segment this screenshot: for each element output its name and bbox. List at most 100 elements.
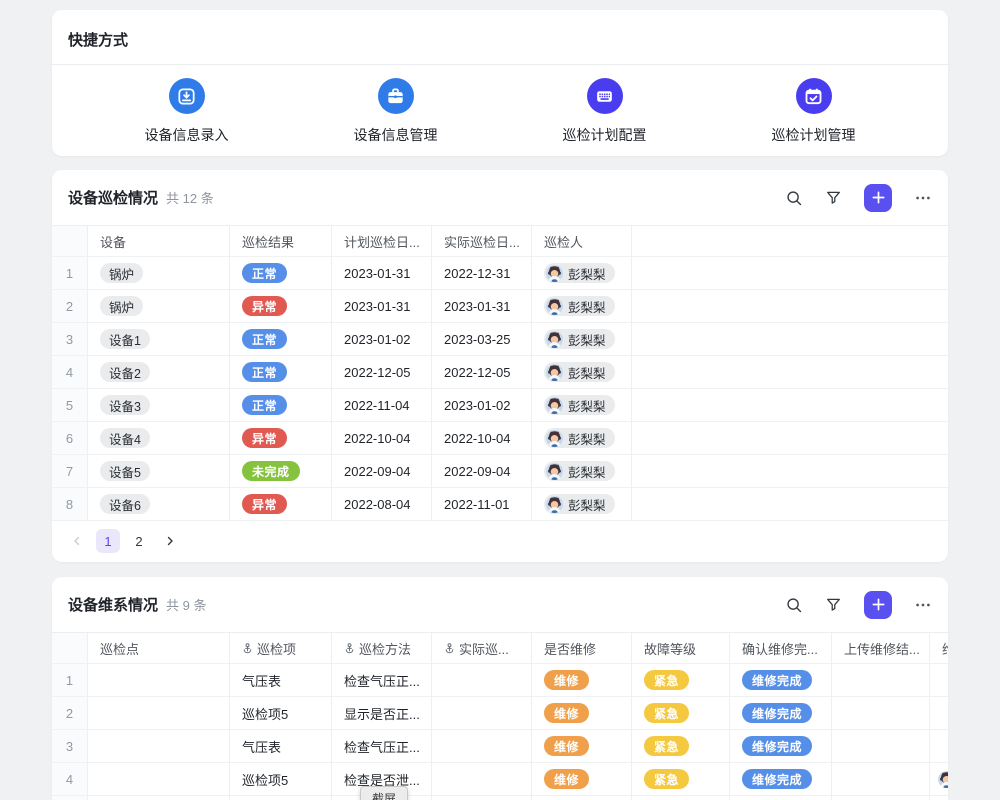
level-pill: 紧急 <box>644 769 689 789</box>
col-header[interactable]: 巡检结果 <box>230 226 332 256</box>
keyboard-icon <box>587 78 623 114</box>
person-tag: 彭梨梨 <box>544 296 615 316</box>
row-number: 4 <box>52 356 88 388</box>
dashboard-page: 快捷方式 设备信息录入设备信息管理 巡检计划配置巡检计划管理 设备巡检情况 共 1… <box>52 10 948 800</box>
table-row[interactable]: 2巡检项5显示是否正...维修紧急维修完成 <box>52 697 948 730</box>
cell-fault-level: 重要 <box>632 796 730 800</box>
person-name: 彭梨梨 <box>568 264 606 283</box>
maintenance-table: 巡检点巡检项巡检方法实际巡...是否维修故障等级确认维修完...上传维修结...… <box>52 632 948 800</box>
row-number: 1 <box>52 257 88 289</box>
person-name: 彭梨梨 <box>568 396 606 415</box>
col-header[interactable]: 确认维修完... <box>730 633 832 663</box>
person-name: 彭梨梨 <box>568 429 606 448</box>
search-icon[interactable] <box>785 189 803 207</box>
row-number: 3 <box>52 323 88 355</box>
cell-planned-date: 2022-11-04 <box>332 389 432 421</box>
page-button-2[interactable]: 2 <box>127 529 151 553</box>
page-button-1[interactable]: 1 <box>96 529 120 553</box>
result-pill: 正常 <box>242 329 287 349</box>
cell-inspect-method: 检查气压正... <box>332 730 432 762</box>
cell-inspect-item: 巡检项5 <box>230 697 332 729</box>
cell-planned-date: 2022-09-04 <box>332 455 432 487</box>
lookup-icon <box>242 643 253 654</box>
col-header[interactable]: 是否维修 <box>532 633 632 663</box>
row-number-header <box>52 633 88 663</box>
cell-inspect-point <box>88 730 230 762</box>
table-row[interactable]: 1锅炉正常2023-01-312022-12-31彭梨梨 <box>52 257 948 290</box>
cell-actual-result <box>432 664 532 696</box>
cell-result: 正常 <box>230 323 332 355</box>
cell-result: 异常 <box>230 422 332 454</box>
cell-filler <box>632 290 948 322</box>
shortcut-item-1[interactable]: 设备信息录入 <box>107 78 267 145</box>
avatar <box>546 331 563 348</box>
cell-confirm: 维修完成 <box>730 664 832 696</box>
inspection-title-bar: 设备巡检情况 共 12 条 <box>52 170 948 225</box>
cell-inspect-point <box>88 796 230 800</box>
cell-inspector: 彭梨梨 <box>532 389 632 421</box>
cell-inspector: 彭梨梨 <box>532 290 632 322</box>
prev-page-button[interactable] <box>65 529 89 553</box>
col-header[interactable]: 巡检人 <box>532 226 632 256</box>
more-icon[interactable] <box>914 596 932 614</box>
table-row[interactable]: 7设备5未完成2022-09-042022-09-04彭梨梨 <box>52 455 948 488</box>
cell-device: 设备4 <box>88 422 230 454</box>
col-header[interactable]: 上传维修结... <box>832 633 930 663</box>
table-row[interactable]: 3气压表检查气压正...维修紧急维修完成 <box>52 730 948 763</box>
person-tag: 彭梨梨 <box>544 428 615 448</box>
cell-repairer <box>930 664 948 696</box>
avatar <box>546 364 563 381</box>
table-row[interactable]: 3设备1正常2023-01-022023-03-25彭梨梨 <box>52 323 948 356</box>
cell-fault-level: 紧急 <box>632 763 730 795</box>
table-row[interactable]: 1气压表检查气压正...维修紧急维修完成 <box>52 664 948 697</box>
col-header[interactable]: 巡检项 <box>230 633 332 663</box>
shortcut-item-4[interactable]: 巡检计划管理 <box>734 78 894 145</box>
col-header[interactable]: 巡检方法 <box>332 633 432 663</box>
device-tag: 设备2 <box>100 362 150 382</box>
shortcut-item-2[interactable]: 设备信息管理 <box>316 78 476 145</box>
cell-result: 正常 <box>230 356 332 388</box>
col-header[interactable]: 设备 <box>88 226 230 256</box>
row-number: 6 <box>52 422 88 454</box>
col-header[interactable]: 巡检点 <box>88 633 230 663</box>
maintenance-header-row: 巡检点巡检项巡检方法实际巡...是否维修故障等级确认维修完...上传维修结...… <box>52 633 948 664</box>
device-tag: 锅炉 <box>100 263 143 283</box>
col-header[interactable]: 计划巡检日... <box>332 226 432 256</box>
table-row[interactable]: 4设备2正常2022-12-052022-12-05彭梨梨 <box>52 356 948 389</box>
device-tag: 设备5 <box>100 461 150 481</box>
shortcut-label: 设备信息管理 <box>354 125 438 145</box>
filter-icon[interactable] <box>825 189 842 206</box>
col-header[interactable]: 维 <box>930 633 948 663</box>
shortcuts-title: 快捷方式 <box>52 10 948 65</box>
row-number: 1 <box>52 664 88 696</box>
col-header[interactable]: 实际巡... <box>432 633 532 663</box>
cell-inspector: 彭梨梨 <box>532 257 632 289</box>
cell-filler <box>632 488 948 520</box>
next-page-button[interactable] <box>158 529 182 553</box>
cell-actual-date: 2022-12-31 <box>432 257 532 289</box>
filter-icon[interactable] <box>825 596 842 613</box>
cell-inspector: 彭梨梨 <box>532 323 632 355</box>
more-icon[interactable] <box>914 189 932 207</box>
result-pill: 异常 <box>242 494 287 514</box>
col-header[interactable]: 故障等级 <box>632 633 730 663</box>
person-tag: 彭梨梨 <box>544 494 615 514</box>
cell-planned-date: 2022-08-04 <box>332 488 432 520</box>
table-row[interactable]: 8设备6异常2022-08-042022-11-01彭梨梨 <box>52 488 948 521</box>
add-record-button[interactable] <box>864 591 892 619</box>
result-pill: 异常 <box>242 428 287 448</box>
search-icon[interactable] <box>785 596 803 614</box>
person-tag: 彭梨梨 <box>544 461 615 481</box>
add-record-button[interactable] <box>864 184 892 212</box>
shortcut-item-3[interactable]: 巡检计划配置 <box>525 78 685 145</box>
cell-actual-date: 2022-11-01 <box>432 488 532 520</box>
table-row[interactable]: 5巡检项5显示是否正...维修重要维修中 <box>52 796 948 800</box>
table-row[interactable]: 6设备4异常2022-10-042022-10-04彭梨梨 <box>52 422 948 455</box>
col-header[interactable]: 实际巡检日... <box>432 226 532 256</box>
person-name: 彭梨梨 <box>568 297 606 316</box>
table-row[interactable]: 5设备3正常2022-11-042023-01-02彭梨梨 <box>52 389 948 422</box>
table-row[interactable]: 2锅炉异常2023-01-312023-01-31彭梨梨 <box>52 290 948 323</box>
cell-planned-date: 2022-12-05 <box>332 356 432 388</box>
row-number: 8 <box>52 488 88 520</box>
table-row[interactable]: 4巡检项5检查是否泄...维修紧急维修完成 <box>52 763 948 796</box>
